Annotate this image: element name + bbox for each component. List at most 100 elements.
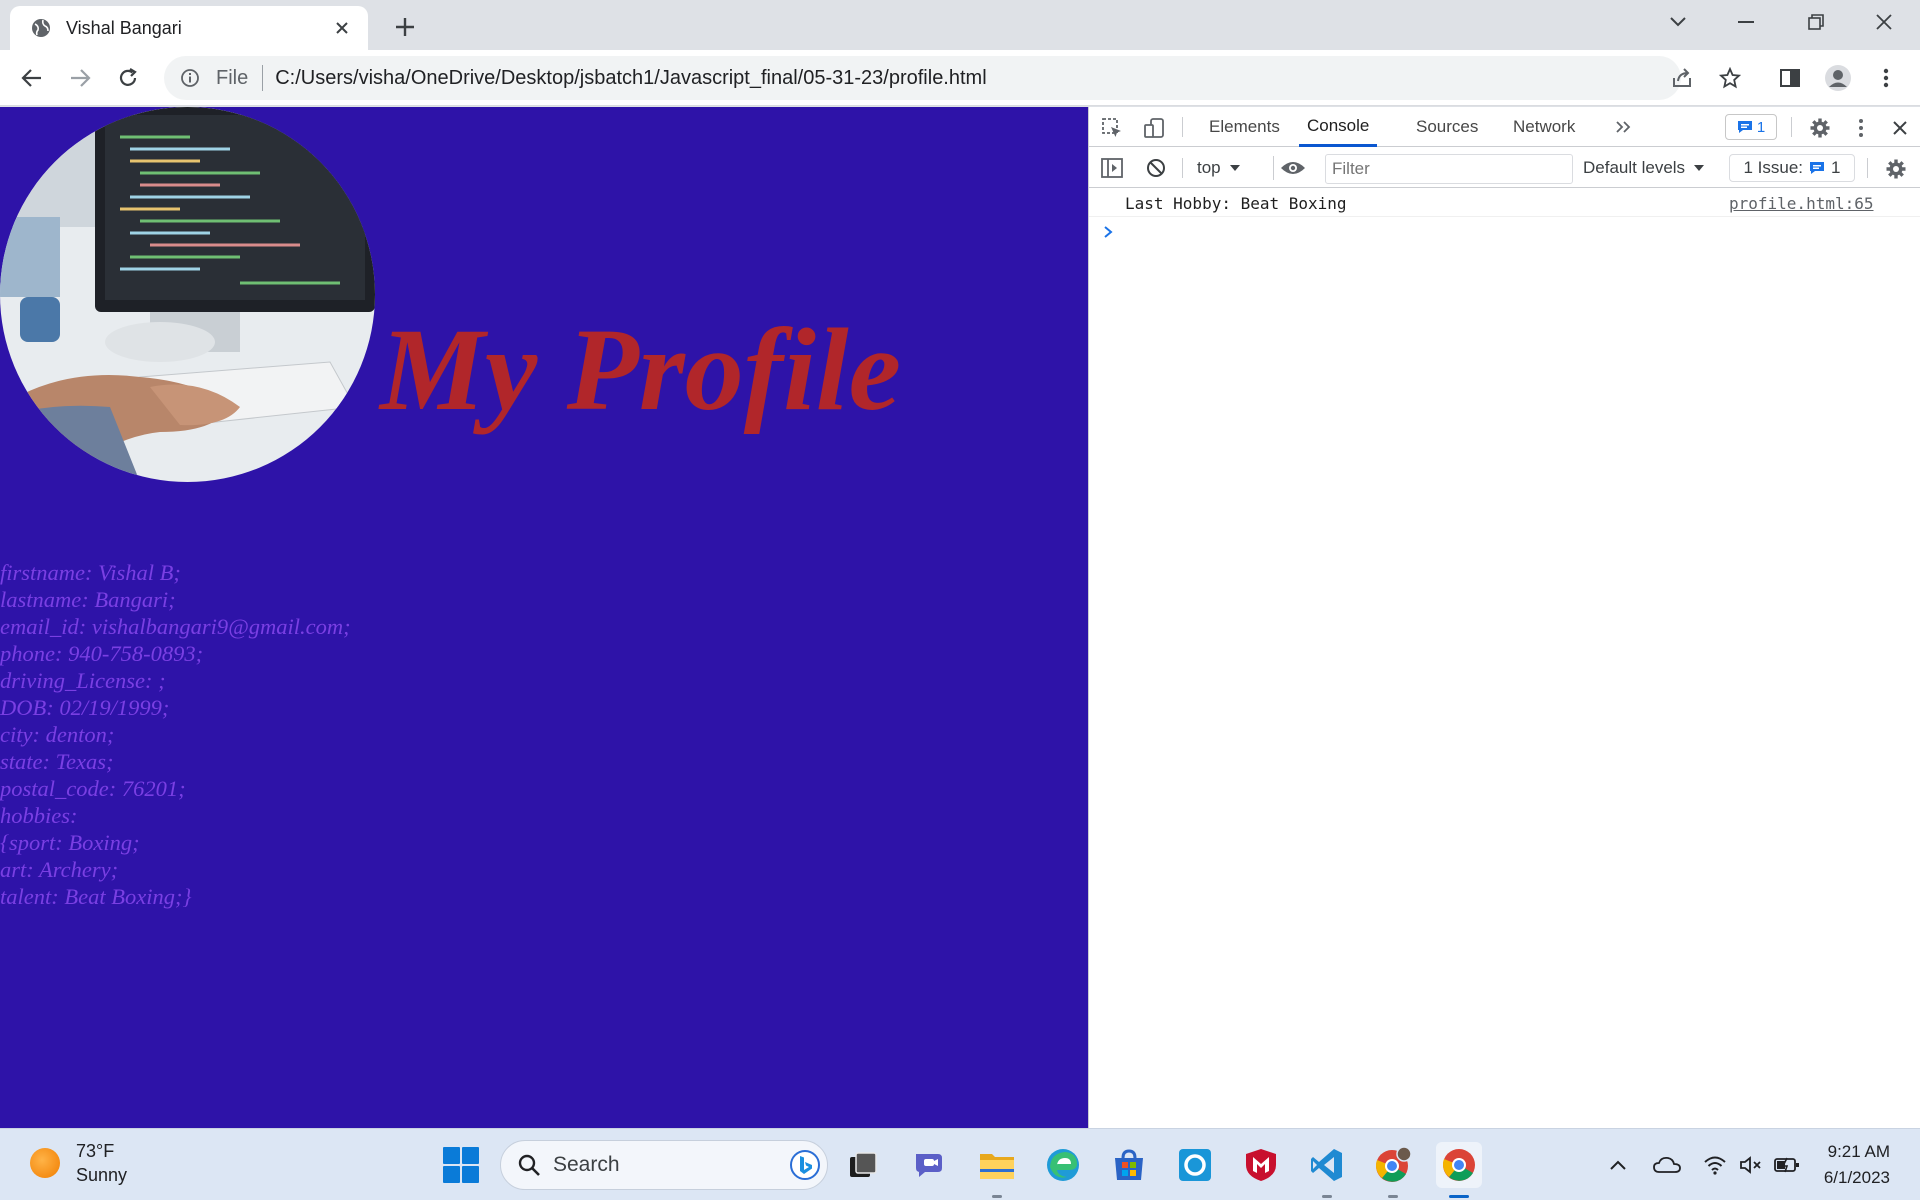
taskbar-search-box[interactable]: Search: [500, 1140, 828, 1190]
issues-count: 1: [1831, 158, 1841, 177]
issues-button[interactable]: 1 Issue: 1: [1729, 154, 1855, 182]
teams-chat-icon[interactable]: [907, 1142, 953, 1188]
edge-browser-icon[interactable]: [1040, 1142, 1086, 1188]
profile-avatar-icon[interactable]: [1822, 62, 1854, 94]
dropdown-arrow-icon: [1229, 165, 1240, 171]
show-sidebar-icon[interactable]: [1099, 156, 1125, 180]
forward-arrow-icon[interactable]: [64, 62, 96, 94]
chrome-profile-icon[interactable]: [1370, 1142, 1416, 1198]
chrome-icon[interactable]: [1436, 1142, 1482, 1198]
running-indicator: [1322, 1195, 1332, 1198]
onedrive-cloud-icon[interactable]: [1650, 1151, 1684, 1179]
restore-icon[interactable]: [1786, 0, 1846, 44]
browser-tab[interactable]: Vishal Bangari: [10, 6, 368, 50]
console-prompt-chevron-icon[interactable]: [1103, 223, 1113, 244]
browser-toolbar: File C:/Users/visha/OneDrive/Desktop/jsb…: [0, 50, 1920, 106]
active-indicator: [1449, 1195, 1469, 1198]
tab-search-chevron-icon[interactable]: [1648, 0, 1708, 44]
weather-temperature: 73°F: [76, 1141, 115, 1161]
url-separator: [262, 65, 264, 91]
device-toolbar-icon[interactable]: [1141, 115, 1167, 141]
cortana-app-icon[interactable]: [1172, 1142, 1218, 1188]
address-bar[interactable]: File C:/Users/visha/OneDrive/Desktop/jsb…: [164, 56, 1681, 100]
bookmark-star-icon[interactable]: [1714, 62, 1746, 94]
search-icon: [518, 1154, 540, 1176]
profile-line: postal_code: 76201;: [0, 776, 186, 801]
running-indicator: [1388, 1195, 1398, 1198]
globe-icon: [30, 17, 52, 39]
profile-details: firstname: Vishal B; lastname: Bangari; …: [0, 559, 351, 910]
profile-line: driving_License: ;: [0, 668, 166, 693]
vscode-icon[interactable]: [1304, 1142, 1350, 1198]
site-info-icon[interactable]: [178, 66, 202, 90]
profile-line: email_id: vishalbangari9@gmail.com;: [0, 614, 351, 639]
back-arrow-icon[interactable]: [16, 62, 48, 94]
running-indicator: [992, 1195, 1002, 1198]
start-windows-icon[interactable]: [443, 1147, 479, 1183]
tab-elements[interactable]: Elements: [1209, 107, 1280, 147]
clock-date: 6/1/2023: [1823, 1168, 1890, 1187]
wifi-icon[interactable]: [1700, 1151, 1730, 1179]
side-panel-icon[interactable]: [1774, 62, 1806, 94]
profile-line: firstname: Vishal B;: [0, 560, 181, 585]
search-label: Search: [553, 1153, 620, 1176]
clock-time: 9:21 AM: [1827, 1142, 1890, 1161]
taskbar: 73°F Sunny Search 9:21 AM 6/1/2023: [0, 1128, 1920, 1200]
console-message: Last Hobby: Beat Boxing profile.html:65: [1089, 189, 1920, 217]
more-tabs-chevron-icon[interactable]: [1611, 115, 1635, 139]
url-text[interactable]: C:/Users/visha/OneDrive/Desktop/jsbatch1…: [275, 67, 986, 90]
profile-line: {sport: Boxing;: [0, 830, 140, 855]
weather-condition: Sunny: [76, 1165, 128, 1185]
show-hidden-icons-chevron-icon[interactable]: [1606, 1151, 1630, 1179]
profile-line: lastname: Bangari;: [0, 587, 176, 612]
log-levels-dropdown[interactable]: Default levels: [1583, 154, 1705, 182]
settings-gear-icon[interactable]: [1807, 115, 1833, 141]
microsoft-store-icon[interactable]: [1106, 1142, 1152, 1188]
web-page: My Profile firstname: Vishal B; lastname…: [0, 107, 1088, 1128]
battery-charging-icon[interactable]: [1772, 1151, 1802, 1179]
close-tab-icon[interactable]: [330, 16, 354, 40]
new-tab-button[interactable]: [389, 11, 421, 43]
weather-widget[interactable]: 73°F Sunny: [30, 1139, 127, 1187]
toolbar-divider: [1182, 117, 1183, 137]
profile-line: talent: Beat Boxing;}: [0, 884, 192, 909]
tab-console[interactable]: Console: [1299, 107, 1378, 147]
context-selector[interactable]: top: [1197, 154, 1241, 182]
console-settings-gear-icon[interactable]: [1883, 156, 1909, 182]
minimize-icon[interactable]: [1716, 0, 1776, 44]
live-expression-eye-icon[interactable]: [1273, 156, 1313, 180]
reload-icon[interactable]: [112, 62, 144, 94]
system-clock[interactable]: 9:21 AM 6/1/2023: [1810, 1139, 1890, 1191]
devtools-menu-icon[interactable]: [1851, 115, 1871, 141]
window-close-icon[interactable]: [1854, 0, 1914, 44]
message-icon: [1737, 121, 1752, 133]
bing-icon: [790, 1150, 820, 1180]
browser-menu-icon[interactable]: [1870, 62, 1902, 94]
profile-line: art: Archery;: [0, 857, 119, 882]
toolbar-divider: [1182, 158, 1183, 178]
tab-network[interactable]: Network: [1513, 107, 1575, 147]
tab-sources[interactable]: Sources: [1416, 107, 1478, 147]
devtools-panel: Elements Console Sources Network 1 top F…: [1088, 107, 1920, 1128]
url-scheme: File: [216, 66, 249, 89]
console-filter-input[interactable]: [1325, 154, 1573, 184]
file-explorer-icon[interactable]: [974, 1142, 1020, 1198]
close-devtools-icon[interactable]: [1887, 115, 1913, 141]
messages-count: 1: [1756, 118, 1766, 136]
share-icon[interactable]: [1666, 62, 1698, 94]
profile-line: state: Texas;: [0, 749, 114, 774]
log-levels-label: Default levels: [1583, 158, 1686, 177]
toolbar-divider: [1791, 117, 1792, 137]
tab-title: Vishal Bangari: [66, 17, 182, 38]
task-view-icon[interactable]: [840, 1142, 886, 1188]
console-toolbar: top Default levels 1 Issue: 1: [1089, 148, 1920, 188]
inspect-element-icon[interactable]: [1099, 115, 1125, 141]
speaker-muted-icon[interactable]: [1736, 1151, 1766, 1179]
console-source-link[interactable]: profile.html:65: [1729, 194, 1874, 213]
profile-line: DOB: 02/19/1999;: [0, 695, 170, 720]
clear-console-icon[interactable]: [1143, 156, 1169, 180]
mcafee-shield-icon[interactable]: [1238, 1142, 1284, 1188]
profile-line: hobbies:: [0, 803, 78, 828]
tab-strip: Vishal Bangari: [0, 0, 1920, 50]
messages-badge[interactable]: 1: [1725, 114, 1777, 140]
